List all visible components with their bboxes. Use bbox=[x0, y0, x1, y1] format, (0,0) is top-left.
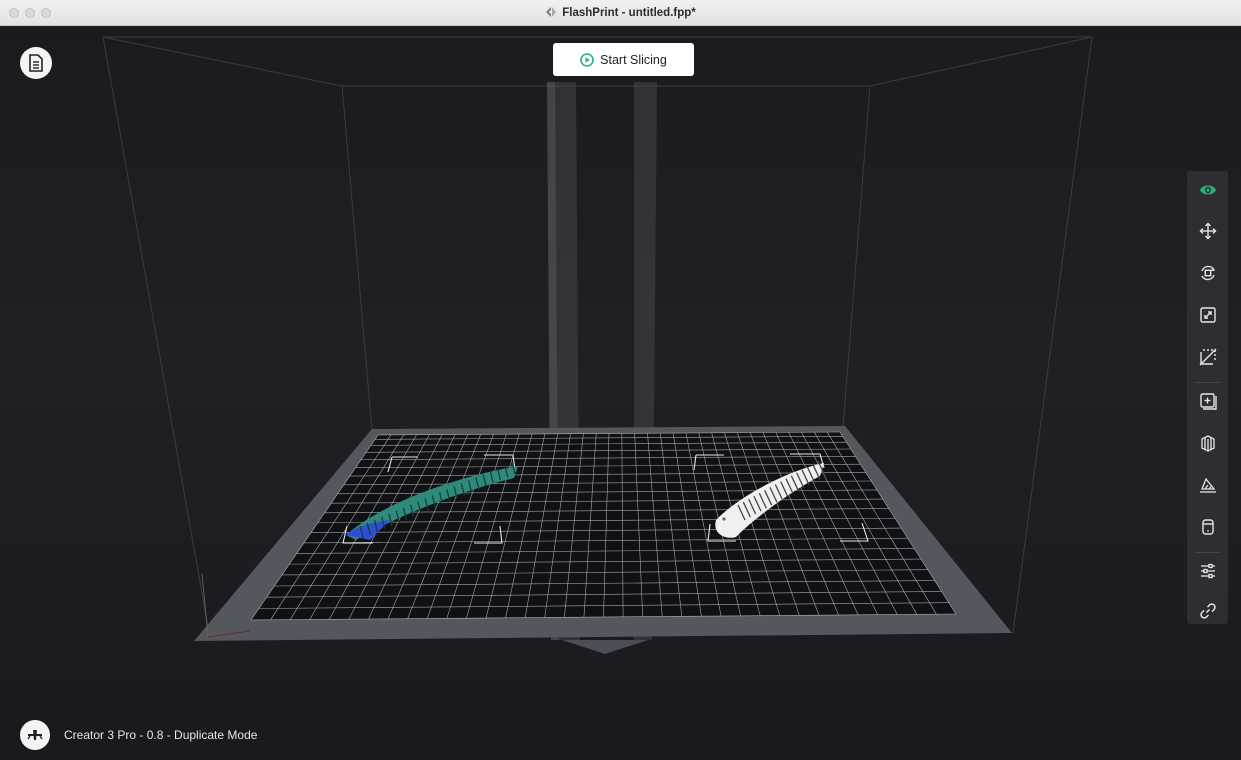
view-tool-button[interactable] bbox=[1187, 173, 1228, 207]
cut-tool-button[interactable] bbox=[1187, 340, 1228, 374]
add-model-button[interactable] bbox=[1187, 384, 1228, 418]
window-title: FlashPrint - untitled.fpp* bbox=[562, 7, 696, 19]
printer-button[interactable] bbox=[20, 720, 50, 750]
play-circle-icon bbox=[580, 52, 594, 67]
add-model-icon bbox=[1199, 393, 1217, 410]
3d-viewport[interactable]: Start Slicing Creator 3 Pro - 0.8 - Dupl… bbox=[0, 26, 1241, 760]
connect-printer-button[interactable] bbox=[1187, 594, 1228, 628]
toolbar-divider bbox=[1195, 552, 1220, 553]
start-slicing-button[interactable]: Start Slicing bbox=[553, 43, 694, 76]
window-title-row: FlashPrint - untitled.fpp* bbox=[0, 6, 1241, 21]
status-bar: Creator 3 Pro - 0.8 - Duplicate Mode bbox=[20, 720, 257, 750]
cylinder-icon bbox=[1201, 519, 1214, 535]
toolbar-divider bbox=[1195, 382, 1220, 383]
flashprint-app-icon bbox=[545, 6, 557, 21]
build-plate-bottom-tab bbox=[562, 640, 648, 654]
cylinder-tool-button[interactable] bbox=[1187, 510, 1228, 544]
start-slicing-label: Start Slicing bbox=[600, 52, 667, 67]
settings-sliders-icon bbox=[1200, 563, 1215, 579]
supports-tool-button[interactable] bbox=[1187, 426, 1228, 460]
lay-flat-icon bbox=[1199, 477, 1216, 493]
printer-status-label: Creator 3 Pro - 0.8 - Duplicate Mode bbox=[64, 728, 258, 742]
eye-icon bbox=[1199, 185, 1216, 195]
rotate-icon bbox=[1200, 265, 1215, 281]
print-settings-button[interactable] bbox=[1187, 554, 1228, 588]
move-icon bbox=[1199, 222, 1216, 240]
rotate-tool-button[interactable] bbox=[1187, 256, 1228, 290]
scale-tool-button[interactable] bbox=[1187, 298, 1228, 332]
lay-flat-button[interactable] bbox=[1187, 468, 1228, 502]
link-icon bbox=[1199, 603, 1216, 619]
right-toolbar bbox=[1187, 171, 1228, 624]
scale-icon bbox=[1199, 307, 1216, 323]
supports-icon bbox=[1200, 435, 1215, 452]
build-volume-scene bbox=[102, 36, 1093, 654]
document-icon bbox=[29, 54, 43, 72]
move-tool-button[interactable] bbox=[1187, 214, 1228, 248]
cut-icon bbox=[1199, 348, 1216, 366]
file-menu-button[interactable] bbox=[20, 47, 52, 79]
extruder-icon bbox=[27, 730, 43, 740]
title-bar: FlashPrint - untitled.fpp* bbox=[0, 0, 1241, 26]
